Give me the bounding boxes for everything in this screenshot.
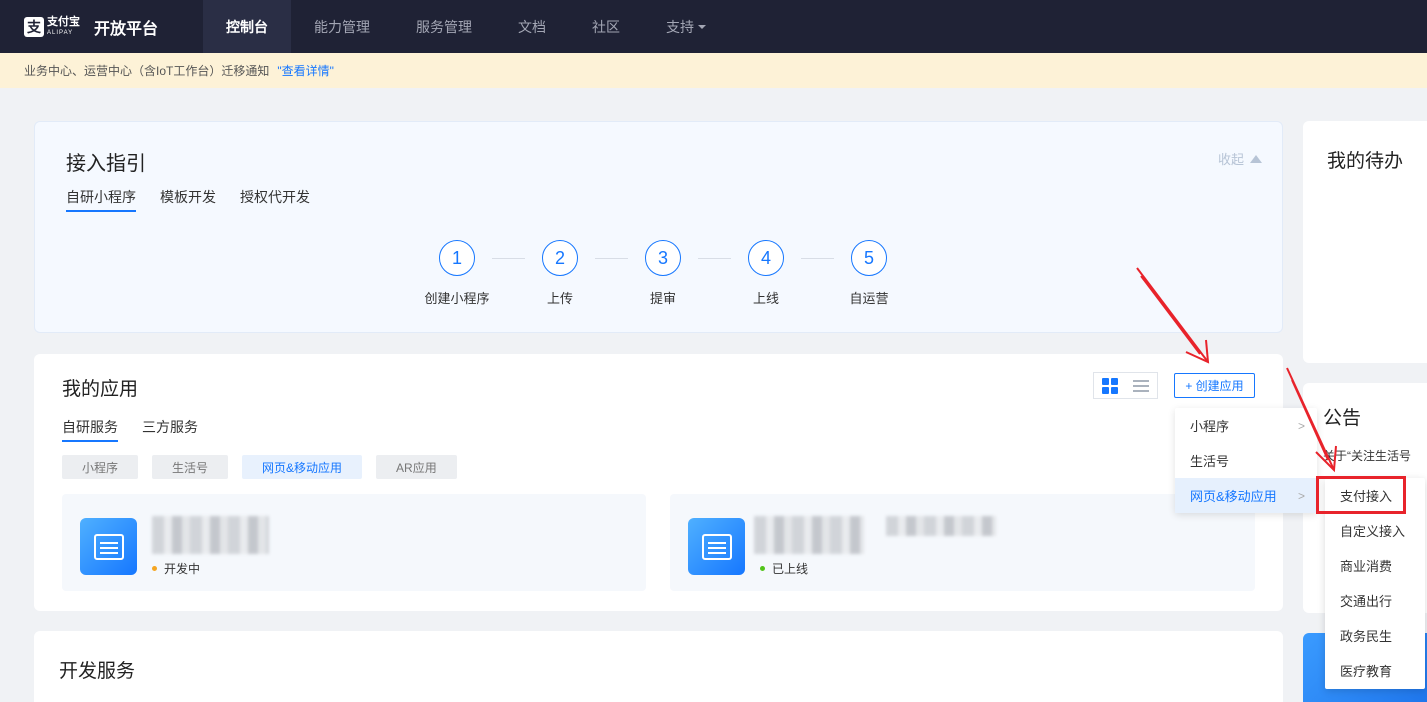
nav-docs[interactable]: 文档 [495,0,569,53]
submenu-custom[interactable]: 自定义接入 [1325,513,1425,548]
submenu-government[interactable]: 政务民生 [1325,618,1425,653]
chip-ar[interactable]: AR应用 [376,455,457,479]
menu-label: 小程序 [1190,419,1230,434]
chip-miniapp[interactable]: 小程序 [62,455,139,479]
menu-label: 生活号 [1190,454,1230,469]
step-number: 3 [645,240,681,276]
tab-self-miniapp[interactable]: 自研小程序 [66,187,136,212]
step-label: 上传 [546,291,573,306]
document-icon [93,533,124,560]
list-icon [1133,379,1150,392]
dev-title: 开发服务 [59,661,136,682]
chevron-down-icon [698,24,706,29]
step-5: 5 自运营 [834,240,904,307]
grid-icon [1101,377,1118,394]
guide-title: 接入指引 [66,153,146,175]
app-status: 已上线 [760,560,808,577]
notice-link[interactable]: "查看详情" [277,62,334,79]
highlight-box [1316,476,1406,514]
list-view-button[interactable] [1126,373,1158,398]
step-3: 3 提审 [628,240,698,307]
nav-support[interactable]: 支持 [643,0,729,53]
chip-lifeaccount[interactable]: 生活号 [152,455,229,479]
step-connector [801,258,834,259]
submenu-transport[interactable]: 交通出行 [1325,583,1425,618]
step-label: 自运营 [849,291,889,306]
menu-web-mobile[interactable]: 网页&移动应用 > [1175,478,1317,513]
app-type-chips: 小程序 生活号 网页&移动应用 AR应用 [62,455,457,479]
apps-title: 我的应用 [62,379,139,400]
status-label: 开发中 [164,562,201,576]
step-number: 4 [748,240,784,276]
create-app-menu: 小程序 > 生活号 网页&移动应用 > [1175,408,1317,513]
logo-cn: 支付宝 [47,16,80,28]
app-icon [688,518,745,575]
step-label: 提审 [649,291,676,306]
status-dot [152,566,157,571]
step-number: 2 [542,240,578,276]
step-1: 1 创建小程序 [422,240,492,307]
top-nav: 支 支付宝 ALIPAY 开放平台 控制台 能力管理 服务管理 文档 社区 支持 [0,0,1427,53]
alipay-logo-icon: 支 [24,16,44,37]
guide-tabs: 自研小程序 模板开发 授权代开发 [66,187,334,212]
step-number: 5 [851,240,887,276]
tab-authorized[interactable]: 授权代开发 [240,187,310,212]
step-number: 1 [439,240,475,276]
apps-tabs: 自研服务 三方服务 [62,417,222,442]
nav-support-label: 支持 [666,18,694,35]
nav-capability[interactable]: 能力管理 [291,0,393,53]
my-apps-card: 我的应用 + 创建应用 自研服务 三方服务 小程序 生活号 网页&移动应用 AR… [34,354,1283,611]
steps: 1 创建小程序 2 上传 3 提审 4 上线 5 自运营 [422,240,904,307]
todo-card: 我的待办 [1303,121,1427,363]
step-label: 上线 [752,291,779,306]
nav-console[interactable]: 控制台 [203,0,291,53]
collapse-button[interactable]: 收起 [1218,149,1262,168]
notice-text: 业务中心、运营中心（含IoT工作台）迁移通知 [24,64,270,78]
grid-view-button[interactable] [1094,373,1126,398]
view-toggle [1093,372,1158,399]
platform-title: 开放平台 [94,20,159,38]
announcement-title: 公告 [1323,408,1362,429]
tab-template[interactable]: 模板开发 [160,187,216,212]
step-connector [595,258,628,259]
step-2: 2 上传 [525,240,595,307]
tab-third-party[interactable]: 三方服务 [142,417,198,442]
logo[interactable]: 支 支付宝 ALIPAY 开放平台 [24,0,203,53]
step-4: 4 上线 [731,240,801,307]
notice-bar: 业务中心、运营中心（含IoT工作台）迁移通知 "查看详情" [0,53,1427,88]
step-label: 创建小程序 [424,291,490,306]
logo-en: ALIPAY [47,30,74,36]
submenu-medical[interactable]: 医疗教育 [1325,653,1425,688]
chevron-right-icon: > [1297,418,1305,433]
dev-service-card: 开发服务 [34,631,1283,702]
guide-card: 接入指引 收起 自研小程序 模板开发 授权代开发 1 创建小程序 2 上传 3 … [34,121,1283,333]
caret-up-icon [1250,154,1262,163]
create-app-button[interactable]: + 创建应用 [1174,373,1255,398]
menu-lifeaccount[interactable]: 生活号 [1175,443,1317,478]
menu-label: 网页&移动应用 [1190,489,1277,504]
todo-title: 我的待办 [1327,151,1404,172]
document-icon [701,533,732,560]
announcement-item[interactable]: 关于“关注生活号 [1323,447,1411,464]
tab-self-service[interactable]: 自研服务 [62,417,118,442]
step-connector [698,258,731,259]
step-connector [492,258,525,259]
chip-web-mobile[interactable]: 网页&移动应用 [242,455,363,479]
nav-service[interactable]: 服务管理 [393,0,495,53]
nav-community[interactable]: 社区 [569,0,643,53]
app-card[interactable]: 开发中 [62,494,646,591]
chevron-right-icon: > [1297,488,1305,503]
submenu-commerce[interactable]: 商业消费 [1325,548,1425,583]
status-label: 已上线 [772,562,809,576]
status-dot [760,566,765,571]
app-status: 开发中 [152,560,200,577]
collapse-label: 收起 [1217,152,1244,167]
menu-miniapp[interactable]: 小程序 > [1175,408,1317,443]
app-icon [80,518,137,575]
app-card[interactable]: 已上线 [670,494,1255,591]
app-name-redacted [754,516,864,554]
app-name-redacted [886,516,996,536]
app-name-redacted [152,516,269,554]
